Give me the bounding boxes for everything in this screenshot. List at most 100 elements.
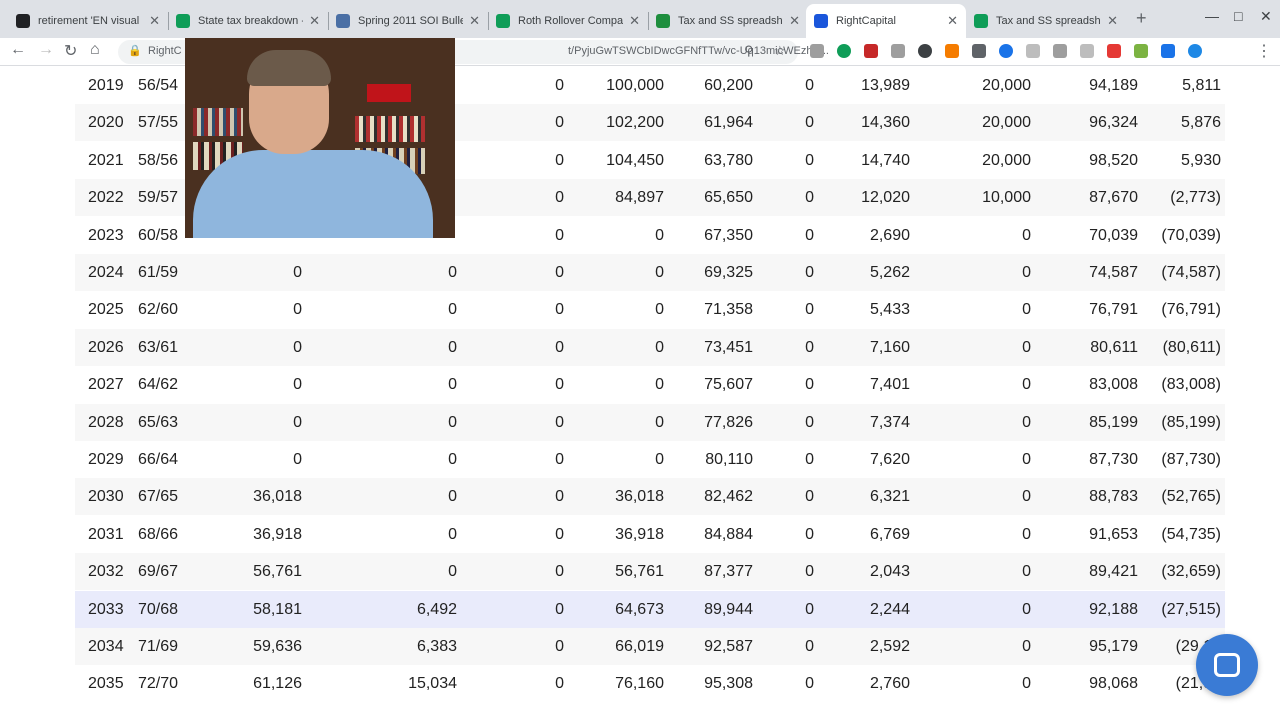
ghost-ext-icon[interactable] bbox=[1080, 44, 1094, 58]
capture-ext-icon[interactable] bbox=[891, 44, 905, 58]
table-cell: 14,360 bbox=[861, 114, 910, 132]
table-cell: 2025 bbox=[88, 301, 124, 319]
skype-ext-icon[interactable] bbox=[1188, 44, 1202, 58]
table-cell: 5,930 bbox=[1180, 151, 1221, 169]
table-cell: 95,308 bbox=[704, 675, 753, 693]
table-cell: 7,620 bbox=[869, 451, 910, 468]
table-cell: 0 bbox=[805, 638, 814, 655]
facebook-ext-icon[interactable] bbox=[1053, 44, 1067, 58]
table-cell: 77,826 bbox=[704, 413, 753, 431]
table-cell: 60,200 bbox=[704, 77, 753, 94]
table-cell: 75,607 bbox=[704, 376, 753, 394]
table-cell: 20,000 bbox=[982, 114, 1031, 132]
table-cell: (76,791) bbox=[1161, 301, 1221, 319]
reload-icon[interactable]: ↻ bbox=[64, 41, 77, 61]
close-tab-icon[interactable]: ✕ bbox=[149, 13, 160, 29]
table-cell: 0 bbox=[805, 264, 814, 281]
tab-title: Spring 2011 SOI Bulleti... bbox=[358, 15, 464, 27]
table-cell: 0 bbox=[805, 189, 814, 207]
chat-widget-button[interactable] bbox=[1196, 634, 1258, 696]
tab-2[interactable]: Spring 2011 SOI Bulleti... ✕ bbox=[328, 4, 488, 38]
tab-4[interactable]: Tax and SS spreadshe... ✕ bbox=[648, 4, 808, 38]
table-row: 2031 68/66 36,918 0 0 36,918 84,884 0 6,769 0 91,6… bbox=[75, 516, 1225, 553]
table-cell: 2030 bbox=[88, 488, 124, 506]
close-tab-icon[interactable]: ✕ bbox=[947, 13, 958, 29]
table-cell: 5,433 bbox=[869, 301, 910, 319]
tab-title: Tax and SS spreadshe... bbox=[678, 15, 783, 27]
table-cell: 0 bbox=[555, 675, 564, 693]
close-tab-icon[interactable]: ✕ bbox=[1107, 13, 1118, 29]
table-cell: 56,761 bbox=[615, 563, 664, 581]
grid-ext-icon[interactable] bbox=[1026, 44, 1040, 58]
home-icon[interactable]: ⌂ bbox=[90, 41, 100, 59]
books bbox=[355, 116, 425, 142]
minus-ext-icon[interactable] bbox=[999, 44, 1013, 58]
table-cell: 92,587 bbox=[704, 638, 753, 655]
table-cell: 0 bbox=[655, 264, 664, 281]
forward-icon[interactable]: → bbox=[38, 41, 54, 59]
table-cell: (87,730) bbox=[1161, 451, 1221, 468]
sketch-ext-icon[interactable] bbox=[945, 44, 959, 58]
table-cell: 0 bbox=[555, 600, 564, 618]
table-cell: 0 bbox=[448, 451, 457, 468]
close-tab-icon[interactable]: ✕ bbox=[309, 13, 320, 29]
table-cell: 89,421 bbox=[1089, 563, 1138, 581]
close-tab-icon[interactable]: ✕ bbox=[629, 13, 640, 29]
menu-icon[interactable]: ⋮ bbox=[1256, 41, 1272, 61]
android-ext-icon[interactable] bbox=[1134, 44, 1148, 58]
bookmark-star-icon[interactable]: ☆ bbox=[774, 43, 786, 59]
table-cell: 0 bbox=[293, 413, 302, 431]
table-cell: 71/69 bbox=[138, 638, 179, 655]
cast-ext-icon[interactable] bbox=[1161, 44, 1175, 58]
table-cell: 89,944 bbox=[704, 600, 753, 618]
color-ext-icon[interactable] bbox=[1107, 44, 1121, 58]
table-cell: 15,034 bbox=[408, 675, 457, 693]
back-icon[interactable]: ← bbox=[10, 41, 26, 59]
table-cell: 87,670 bbox=[1089, 189, 1138, 207]
tab-0[interactable]: retirement 'EN visual ... ✕ bbox=[8, 4, 168, 38]
table-cell: 2022 bbox=[88, 189, 124, 207]
target-ext-icon[interactable] bbox=[972, 44, 986, 58]
minimize-icon[interactable]: — bbox=[1205, 8, 1219, 24]
zoom-icon[interactable]: ⚲ bbox=[744, 43, 754, 59]
table-cell: 36,918 bbox=[253, 525, 302, 543]
table-cell: (70,039) bbox=[1161, 226, 1221, 244]
table-cell: 0 bbox=[555, 525, 564, 543]
table-cell: 0 bbox=[805, 226, 814, 244]
tab-1[interactable]: State tax breakdown - ... ✕ bbox=[168, 4, 328, 38]
table-cell: 59/57 bbox=[138, 189, 179, 207]
tab-3[interactable]: Roth Rollover Compari... ✕ bbox=[488, 4, 648, 38]
close-window-icon[interactable]: ✕ bbox=[1260, 8, 1272, 25]
table-cell: 63/61 bbox=[138, 338, 179, 356]
tab-6[interactable]: Tax and SS spreadshe... ✕ bbox=[966, 4, 1126, 38]
table-cell: 0 bbox=[448, 338, 457, 356]
tab-strip: retirement 'EN visual ... ✕ State tax brea… bbox=[0, 0, 1280, 38]
table-cell: 2,690 bbox=[869, 226, 910, 244]
table-cell: 58,181 bbox=[253, 600, 302, 618]
acrobat-ext-icon[interactable] bbox=[864, 44, 878, 58]
table-cell: 0 bbox=[1022, 301, 1031, 319]
close-tab-icon[interactable]: ✕ bbox=[789, 13, 800, 29]
new-tab-button[interactable]: + bbox=[1136, 8, 1147, 29]
table-row: 2033 70/68 58,181 6,492 0 64,673 89,944 0 2,244 0… bbox=[75, 590, 1225, 628]
table-cell: 2,244 bbox=[869, 600, 910, 618]
circle-ext-icon[interactable] bbox=[918, 44, 932, 58]
tab-title: retirement 'EN visual ... bbox=[38, 15, 144, 27]
table-cell: 0 bbox=[805, 114, 814, 132]
table-cell: 76,791 bbox=[1089, 301, 1138, 319]
tab-5[interactable]: RightCapital ✕ bbox=[806, 4, 966, 38]
table-cell: 76,160 bbox=[615, 675, 664, 693]
close-tab-icon[interactable]: ✕ bbox=[469, 13, 480, 29]
table-cell: 0 bbox=[555, 77, 564, 94]
table-cell: (52,765) bbox=[1161, 488, 1221, 506]
table-cell: 0 bbox=[805, 525, 814, 543]
table-cell: (83,008) bbox=[1161, 376, 1221, 394]
table-cell: 0 bbox=[1022, 525, 1031, 543]
maximize-icon[interactable]: □ bbox=[1234, 8, 1242, 24]
table-cell: (85,199) bbox=[1161, 413, 1221, 431]
table-cell: 2028 bbox=[88, 413, 124, 431]
pdf-ext-icon[interactable] bbox=[810, 44, 824, 58]
table-cell: 0 bbox=[555, 563, 564, 581]
evernote-ext-icon[interactable] bbox=[837, 44, 851, 58]
tab-separator bbox=[168, 12, 169, 30]
